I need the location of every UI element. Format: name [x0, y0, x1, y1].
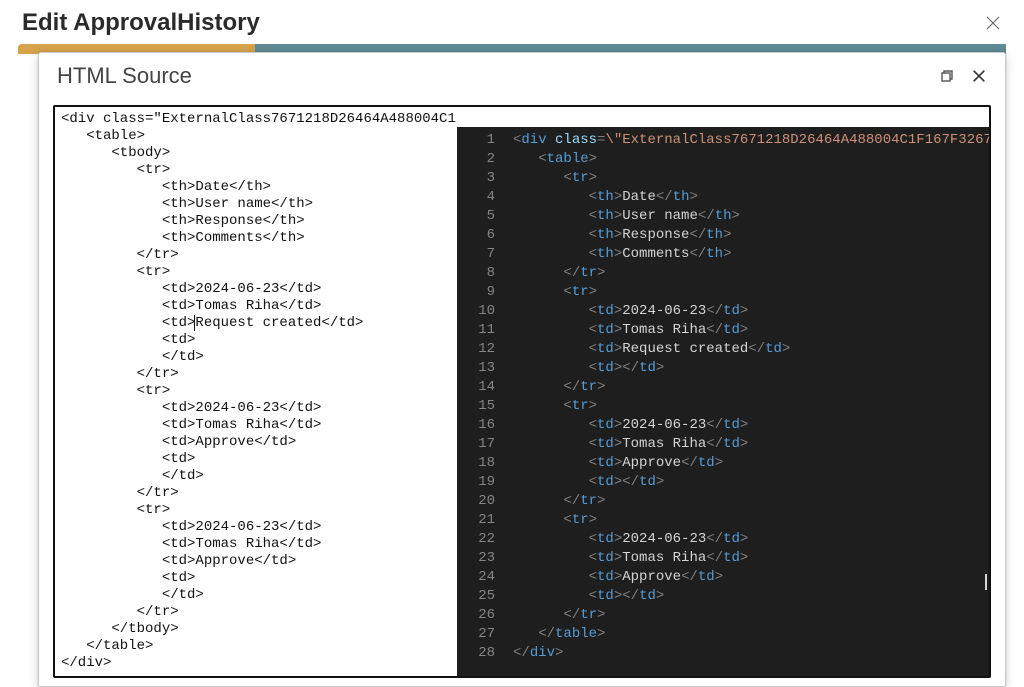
html-source-title: HTML Source: [57, 63, 192, 89]
outer-dialog-title: Edit ApprovalHistory: [22, 9, 260, 37]
source-syntax-view[interactable]: 1234567891011121314151617181920212223242…: [457, 127, 989, 676]
text-caret: [985, 574, 987, 590]
html-source-dialog: HTML Source <div class="ExternalClass767…: [38, 52, 1006, 687]
source-plain-view[interactable]: <div class="ExternalClass7671218D26464A4…: [55, 107, 457, 676]
html-source-header: HTML Source: [39, 53, 1005, 95]
close-icon[interactable]: [984, 14, 1002, 32]
syntax-highlighted-code: <div class=\"ExternalClass7671218D26464A…: [505, 127, 989, 667]
restore-window-icon[interactable]: [939, 68, 955, 84]
line-number-gutter: 1234567891011121314151617181920212223242…: [457, 127, 505, 676]
html-source-textarea[interactable]: <div class="ExternalClass7671218D26464A4…: [53, 105, 991, 678]
outer-dialog-header: Edit ApprovalHistory: [0, 0, 1024, 44]
outer-dialog: Edit ApprovalHistory HTML Source: [0, 0, 1024, 687]
close-icon[interactable]: [971, 68, 987, 84]
